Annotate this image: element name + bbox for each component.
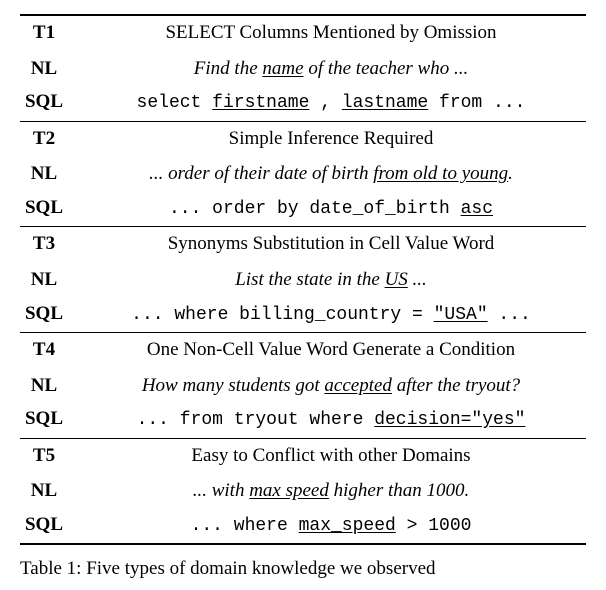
sql-ul1: decision="yes": [374, 410, 525, 430]
table-row: T3 Synonyms Substitution in Cell Value W…: [20, 227, 586, 262]
nl-pre: ... with: [193, 480, 249, 501]
nl-label: NL: [20, 156, 76, 192]
sql-cell: ... where billing_country = "USA" ...: [76, 298, 586, 333]
nl-ul: accepted: [324, 375, 392, 396]
nl-label: NL: [20, 368, 76, 404]
title-text: One Non-Cell Value Word Generate a Condi…: [147, 339, 515, 360]
sql-label: SQL: [20, 298, 76, 333]
row-title: One Non-Cell Value Word Generate a Condi…: [76, 332, 586, 367]
sql-ul1: max_speed: [299, 516, 396, 536]
sql-cell: select firstname , lastname from ...: [76, 86, 586, 121]
nl-post: higher than 1000.: [329, 480, 469, 501]
table-row: T1 SELECT Columns Mentioned by Omission: [20, 15, 586, 51]
title-text: Easy to Conflict with other Domains: [191, 445, 470, 466]
nl-ul: max speed: [249, 480, 329, 501]
sql-post: > 1000: [396, 516, 472, 536]
row-code: T3: [20, 227, 76, 262]
sql-post: ...: [488, 305, 531, 325]
nl-pre: ... order of their date of birth: [149, 163, 373, 184]
nl-cell: List the state in the US ...: [76, 262, 586, 298]
nl-label: NL: [20, 262, 76, 298]
table-row: NL List the state in the US ...: [20, 262, 586, 298]
table-row: SQL ... where max_speed > 1000: [20, 509, 586, 544]
sql-label: SQL: [20, 192, 76, 227]
sql-label: SQL: [20, 403, 76, 438]
table-row: T2 Simple Inference Required: [20, 121, 586, 156]
nl-cell: ... with max speed higher than 1000.: [76, 473, 586, 509]
table-row: NL How many students got accepted after …: [20, 368, 586, 404]
sql-label: SQL: [20, 509, 76, 544]
sql-pre: ... from tryout where: [137, 410, 375, 430]
table-row: NL Find the name of the teacher who ...: [20, 51, 586, 87]
table-row: T5 Easy to Conflict with other Domains: [20, 438, 586, 473]
row-title: Easy to Conflict with other Domains: [76, 438, 586, 473]
nl-pre: List the state in the: [235, 269, 384, 290]
row-code: T2: [20, 121, 76, 156]
sql-pre: ... where billing_country =: [131, 305, 433, 325]
sql-cell: ... from tryout where decision="yes": [76, 403, 586, 438]
nl-post: of the teacher who ...: [304, 58, 469, 79]
table-row: SQL ... order by date_of_birth asc: [20, 192, 586, 227]
sql-ul1: firstname: [212, 93, 309, 113]
nl-cell: ... order of their date of birth from ol…: [76, 156, 586, 192]
table-row: NL ... with max speed higher than 1000.: [20, 473, 586, 509]
nl-post: after the tryout?: [392, 375, 520, 396]
sql-cell: ... where max_speed > 1000: [76, 509, 586, 544]
row-title: SELECT Columns Mentioned by Omission: [76, 15, 586, 51]
nl-ul: from old to young: [373, 163, 508, 184]
row-title: Simple Inference Required: [76, 121, 586, 156]
table-row: SQL ... from tryout where decision="yes": [20, 403, 586, 438]
sql-pre: select: [137, 93, 213, 113]
table-row: NL ... order of their date of birth from…: [20, 156, 586, 192]
sql-ul1: "USA": [434, 305, 488, 325]
nl-post: .: [508, 163, 513, 184]
row-code: T1: [20, 15, 76, 51]
sql-cell: ... order by date_of_birth asc: [76, 192, 586, 227]
examples-table: T1 SELECT Columns Mentioned by Omission …: [20, 14, 586, 545]
table-caption: Table 1: Five types of domain knowledge …: [20, 557, 586, 582]
title-text: Synonyms Substitution in Cell Value Word: [168, 233, 495, 254]
sql-ul2: lastname: [342, 93, 428, 113]
nl-cell: How many students got accepted after the…: [76, 368, 586, 404]
row-title: Synonyms Substitution in Cell Value Word: [76, 227, 586, 262]
nl-post: ...: [408, 269, 427, 290]
table-row: SQL ... where billing_country = "USA" ..…: [20, 298, 586, 333]
row-code: T4: [20, 332, 76, 367]
sql-ul1: asc: [461, 199, 493, 219]
sql-label: SQL: [20, 86, 76, 121]
nl-pre: Find the: [194, 58, 263, 79]
sql-mid: ,: [309, 93, 341, 113]
table-row: SQL select firstname , lastname from ...: [20, 86, 586, 121]
nl-label: NL: [20, 473, 76, 509]
nl-pre: How many students got: [142, 375, 325, 396]
title-text: SELECT Columns Mentioned by Omission: [165, 22, 496, 43]
nl-ul: US: [385, 269, 408, 290]
row-code: T5: [20, 438, 76, 473]
sql-pre: ... order by date_of_birth: [169, 199, 461, 219]
table-row: T4 One Non-Cell Value Word Generate a Co…: [20, 332, 586, 367]
nl-cell: Find the name of the teacher who ...: [76, 51, 586, 87]
sql-post: from ...: [428, 93, 525, 113]
sql-pre: ... where: [191, 516, 299, 536]
nl-label: NL: [20, 51, 76, 87]
nl-ul: name: [262, 58, 303, 79]
title-text: Simple Inference Required: [229, 128, 434, 149]
